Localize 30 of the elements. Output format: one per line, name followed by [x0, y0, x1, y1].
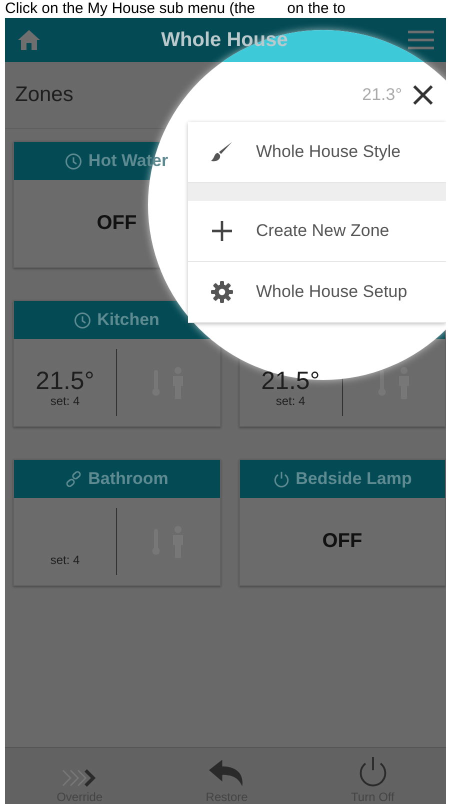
thermometer-icon — [378, 370, 386, 396]
setpoint-label: set: 4 — [50, 553, 80, 567]
zone-status: OFF — [322, 530, 362, 553]
plus-icon — [210, 219, 234, 243]
paintbrush-icon — [210, 140, 234, 164]
close-icon[interactable] — [412, 84, 434, 106]
menu-item[interactable]: Whole House Setup — [188, 262, 446, 323]
caption-text: on the to — [287, 0, 346, 18]
setpoint-label: set: 4 — [276, 394, 306, 408]
temperature-reading: 21.5° — [36, 369, 94, 394]
home-icon[interactable] — [17, 29, 41, 51]
link-icon — [65, 470, 82, 488]
setpoint-label: set: 4 — [50, 394, 80, 408]
power-icon — [272, 470, 290, 488]
settings-icon — [210, 280, 234, 304]
menu-item[interactable]: Create New Zone — [188, 201, 446, 262]
zone-name: Kitchen — [97, 310, 160, 330]
temperature-reading: 21.5° — [261, 369, 320, 394]
clock-icon — [65, 152, 82, 170]
zone-name: Bathroom — [88, 469, 168, 489]
zone-card[interactable]: Bathroom set: 4 — [13, 459, 220, 586]
clock-icon — [74, 312, 92, 328]
zone-card[interactable]: Bedside Lamp OFF — [238, 459, 446, 586]
section-title: Zones — [15, 83, 74, 107]
person-icon — [398, 366, 410, 398]
menu-icon[interactable] — [408, 30, 434, 50]
zone-name: Bedside Lamp — [296, 469, 412, 489]
caption-text: Click on the My House sub menu (the — [5, 0, 256, 18]
zone-status: OFF — [96, 212, 137, 235]
temperature-reading: 21.3° — [362, 85, 402, 105]
